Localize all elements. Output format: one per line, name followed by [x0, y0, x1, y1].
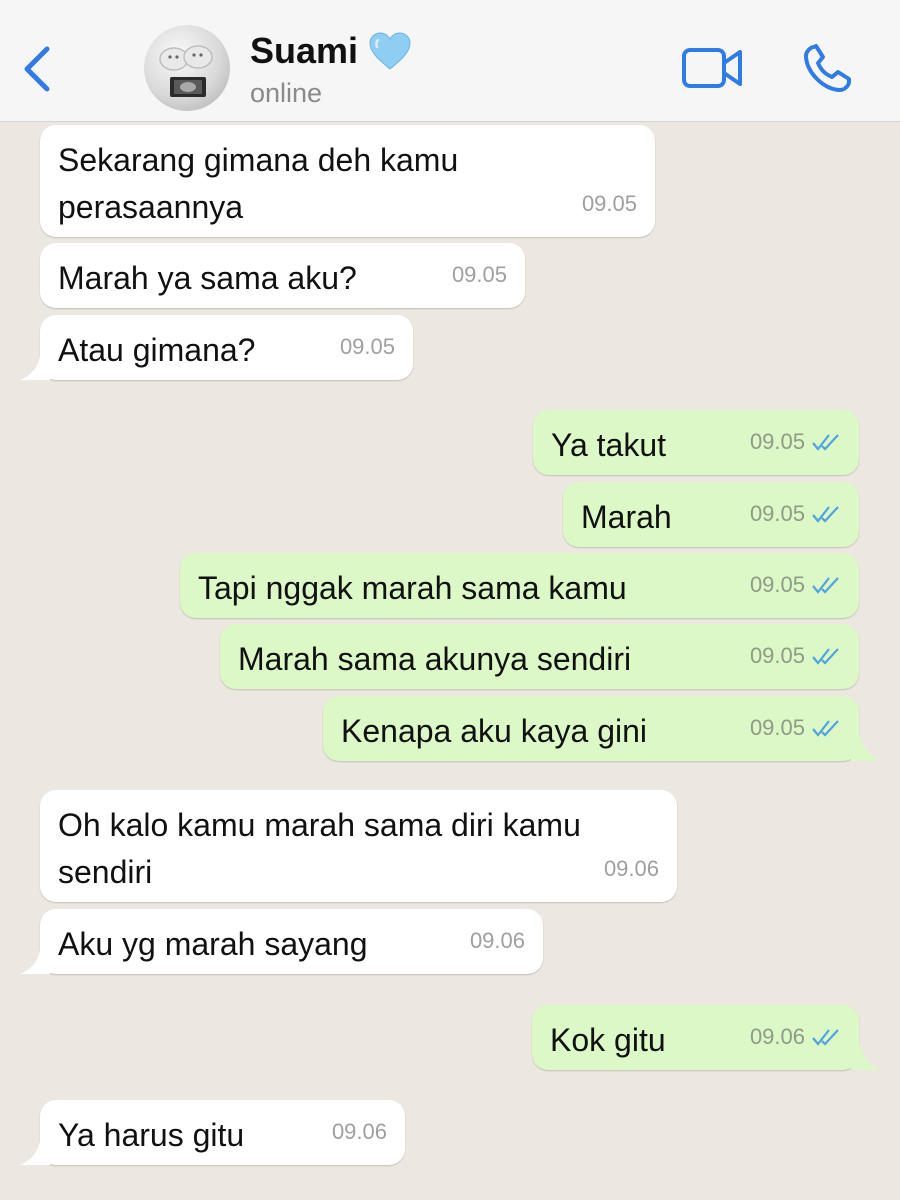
message-time: 09.05 [749, 715, 805, 740]
contact-name-text: Suami [250, 30, 359, 71]
message-time: 09.06 [603, 856, 659, 881]
message-time: 09.05 [749, 572, 805, 597]
avatar-photo [159, 45, 213, 97]
message-bubble-outgoing[interactable]: Marah sama akunya sendiri 09.05 [220, 624, 859, 689]
message-bubble-outgoing[interactable]: Tapi nggak marah sama kamu 09.05 [180, 553, 859, 618]
phone-icon [804, 44, 851, 92]
bubble-tail [851, 733, 881, 761]
message-text: Oh kalo kamu marah sama diri kamu sendir… [58, 807, 590, 890]
chat-header: Suami online [0, 0, 900, 122]
message-bubble-incoming[interactable]: Aku yg marah sayang 09.06 [20, 909, 543, 974]
chevron-left-icon [24, 46, 50, 92]
message-bubble-incoming[interactable]: Ya harus gitu 09.06 [20, 1100, 405, 1165]
video-call-button[interactable] [680, 44, 744, 92]
avatar[interactable] [144, 25, 230, 111]
message-text: Sekarang gimana deh kamu perasaannya [58, 142, 468, 225]
message-time: 09.05 [749, 643, 805, 668]
message-bubble-incoming[interactable]: Sekarang gimana deh kamu perasaannya 09.… [40, 125, 655, 237]
message-time: 09.06 [331, 1119, 387, 1144]
video-camera-icon [682, 48, 742, 88]
double-check-icon [812, 647, 839, 665]
light-blue-heart-icon [369, 32, 411, 70]
contact-name[interactable]: Suami [250, 30, 412, 72]
bubble-tail [20, 946, 50, 974]
message-time: 09.05 [451, 262, 507, 287]
message-bubble-outgoing[interactable]: Ya takut 09.05 [533, 410, 859, 475]
contact-status: online [250, 78, 323, 108]
bubble-tail [20, 352, 50, 380]
voice-call-button[interactable] [800, 42, 854, 96]
message-text: Tapi nggak marah sama kamu [198, 570, 627, 606]
message-time: 09.05 [749, 429, 805, 454]
message-time: 09.06 [749, 1024, 805, 1049]
message-bubble-outgoing[interactable]: Kok gitu 09.06 [532, 1005, 881, 1070]
message-time: 09.05 [749, 501, 805, 526]
double-check-icon [812, 505, 839, 523]
double-check-icon [812, 576, 839, 594]
message-bubble-outgoing[interactable]: Marah 09.05 [563, 482, 859, 547]
double-check-icon [812, 1028, 839, 1046]
double-check-icon [812, 433, 839, 451]
message-time: 09.06 [469, 928, 525, 953]
double-check-icon [812, 719, 839, 737]
message-text: Aku yg marah sayang [58, 926, 368, 962]
message-bubble-incoming[interactable]: Atau gimana? 09.05 [20, 315, 413, 380]
message-bubble-incoming[interactable]: Oh kalo kamu marah sama diri kamu sendir… [40, 790, 677, 902]
message-text: Marah ya sama aku? [58, 260, 357, 296]
bubble-tail [20, 1137, 50, 1165]
message-bubble-outgoing[interactable]: Kenapa aku kaya gini 09.05 [323, 696, 881, 761]
bubble-tail [851, 1042, 881, 1070]
back-button[interactable] [14, 38, 58, 100]
message-time: 09.05 [339, 334, 395, 359]
message-bubble-incoming[interactable]: Marah ya sama aku? 09.05 [40, 243, 525, 308]
message-time: 09.05 [581, 191, 637, 216]
